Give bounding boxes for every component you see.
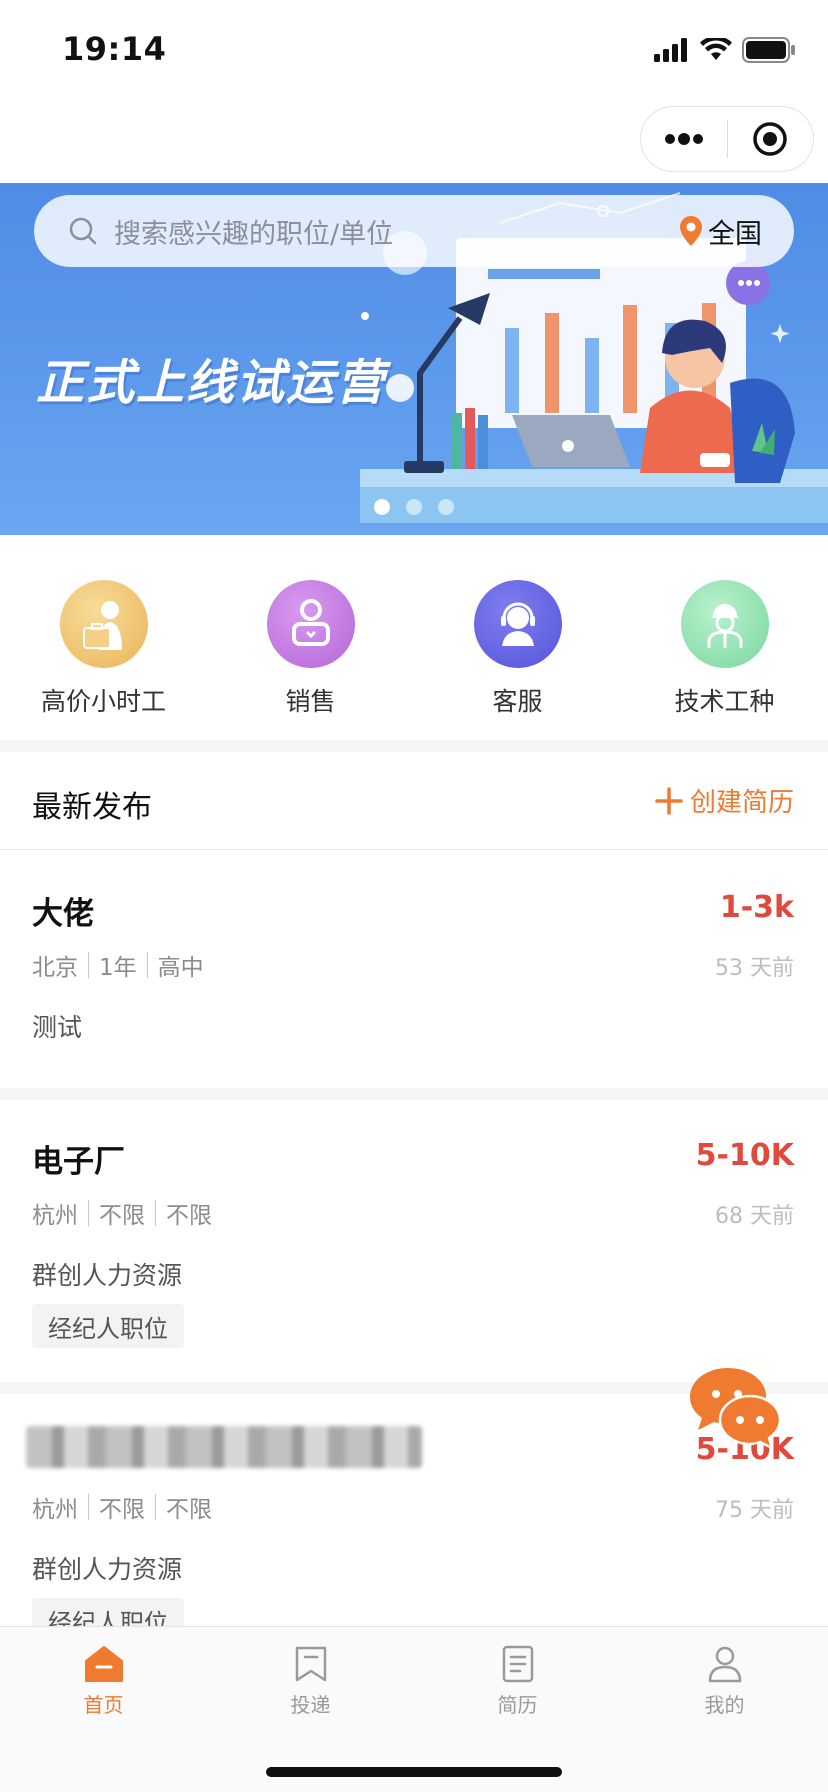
job-posted-time: 75 天前	[715, 1498, 794, 1523]
close-miniprogram-button[interactable]	[728, 107, 814, 171]
card-divider	[0, 1088, 828, 1100]
job-meta: 杭州 不限 不限	[32, 1490, 212, 1524]
job-location: 杭州	[32, 1203, 78, 1229]
banner-slogan: 正式上线试运营	[36, 355, 387, 411]
section-title: 最新发布	[32, 790, 152, 825]
job-education: 不限	[166, 1203, 212, 1229]
job-company: 群创人力资源	[32, 1555, 183, 1584]
tab-label: 我的	[704, 1693, 745, 1717]
location-selector[interactable]: 全国	[680, 195, 762, 267]
job-meta: 杭州 不限 不限	[32, 1196, 212, 1230]
search-icon	[69, 217, 97, 245]
category-label: 高价小时工	[40, 687, 166, 716]
job-posted-time: 53 天前	[715, 956, 794, 981]
category-sales[interactable]: 销售	[207, 580, 414, 730]
briefcase-person-icon	[59, 580, 148, 668]
job-tag: 经纪人职位	[32, 1598, 184, 1626]
home-indicator	[266, 1767, 562, 1777]
headset-person-glyph	[500, 602, 535, 646]
carousel-dot[interactable]	[406, 499, 422, 515]
create-resume-button[interactable]: 创建简历	[654, 782, 794, 819]
meta-separator	[88, 952, 89, 978]
carousel-indicator	[374, 499, 454, 515]
job-card[interactable]: 大佬 1-3k 北京 1年 高中 53 天前 测试	[0, 852, 828, 1088]
location-label: 全国	[708, 218, 762, 250]
headset-person-icon	[473, 580, 562, 668]
sales-person-icon	[266, 580, 355, 668]
job-tag: 经纪人职位	[32, 1304, 184, 1348]
bottom-tab-bar: 首页 投递 简历 我的	[0, 1626, 828, 1792]
create-resume-label: 创建简历	[689, 788, 794, 818]
battery-icon	[742, 37, 795, 63]
job-salary: 1-3k	[719, 890, 794, 925]
job-company: 群创人力资源	[32, 1261, 183, 1290]
tab-label: 投递	[290, 1693, 331, 1717]
tab-resume[interactable]: 简历	[414, 1627, 621, 1737]
search-bar[interactable]: 搜索感兴趣的职位/单位 全国	[34, 195, 794, 267]
target-close-icon	[753, 122, 787, 156]
tab-home[interactable]: 首页	[0, 1627, 207, 1737]
bookmark-icon	[295, 1646, 326, 1682]
category-label: 销售	[285, 687, 336, 716]
sales-person-glyph	[291, 599, 330, 646]
category-technical[interactable]: 技术工种	[621, 580, 828, 730]
job-meta: 北京 1年 高中	[32, 948, 204, 982]
status-time: 19:14	[62, 30, 167, 68]
job-location: 北京	[32, 955, 78, 981]
category-hourly-work[interactable]: 高价小时工	[0, 580, 207, 730]
job-salary: 5-10K	[695, 1138, 794, 1173]
briefcase-person-glyph	[82, 601, 122, 650]
meta-separator	[155, 1200, 156, 1226]
document-icon	[502, 1645, 533, 1683]
tab-label: 简历	[497, 1693, 538, 1717]
job-experience: 不限	[99, 1497, 145, 1523]
category-customer-service[interactable]: 客服	[414, 580, 621, 730]
location-pin-icon	[680, 216, 702, 246]
job-posted-time: 68 天前	[715, 1204, 794, 1229]
meta-separator	[155, 1494, 156, 1520]
worker-helmet-icon	[680, 580, 769, 668]
category-label: 技术工种	[674, 687, 775, 716]
meta-separator	[88, 1200, 89, 1226]
worker-helmet-glyph	[707, 604, 742, 648]
section-divider	[0, 740, 828, 752]
carousel-dot[interactable]	[374, 499, 390, 515]
tab-profile[interactable]: 我的	[621, 1627, 828, 1737]
chat-bubbles-icon	[690, 1368, 782, 1451]
search-placeholder: 搜索感兴趣的职位/单位	[114, 218, 394, 250]
more-dots-icon	[664, 133, 703, 145]
tab-applications[interactable]: 投递	[207, 1627, 414, 1737]
job-experience: 不限	[99, 1203, 145, 1229]
job-title: 电子厂	[32, 1144, 125, 1180]
job-education: 高中	[157, 955, 204, 981]
floating-chat-button[interactable]	[688, 1366, 784, 1451]
meta-separator	[146, 952, 148, 978]
more-button[interactable]	[641, 107, 727, 171]
status-icons	[654, 36, 796, 64]
miniprogram-capsule	[640, 106, 814, 172]
latest-section-header: 最新发布 创建简历	[0, 752, 828, 850]
job-card[interactable]: 电子厂 5-10K 杭州 不限 不限 68 天前 群创人力资源 经纪人职位	[0, 1100, 828, 1382]
job-title: 大佬	[32, 896, 94, 932]
job-location: 杭州	[32, 1497, 78, 1523]
job-company: 测试	[32, 1013, 83, 1042]
cellular-signal-icon	[654, 38, 687, 62]
category-label: 客服	[492, 687, 543, 716]
meta-separator	[88, 1494, 89, 1520]
banner-carousel[interactable]: 搜索感兴趣的职位/单位 全国 正式上线试运营	[0, 183, 828, 535]
home-icon	[84, 1646, 123, 1682]
status-bar: 19:14	[0, 0, 828, 100]
plus-icon	[655, 786, 683, 815]
wifi-icon	[700, 38, 732, 60]
user-icon	[708, 1646, 741, 1683]
job-experience: 1年	[99, 955, 137, 981]
tab-label: 首页	[83, 1693, 124, 1717]
job-education: 不限	[166, 1497, 212, 1523]
category-grid: 高价小时工 销售 客服 技术工种	[0, 580, 828, 730]
job-title-redacted	[26, 1426, 422, 1468]
carousel-dot[interactable]	[438, 499, 454, 515]
